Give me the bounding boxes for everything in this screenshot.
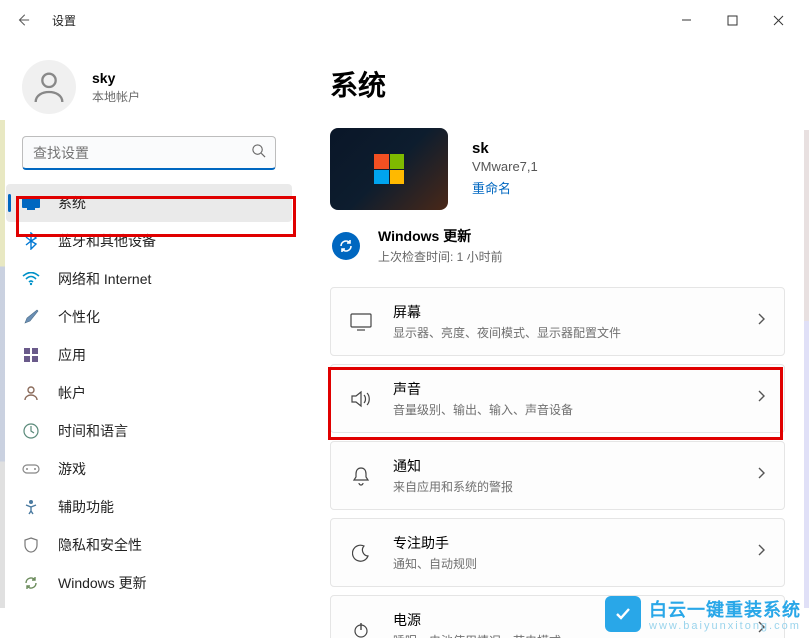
moon-icon [349,541,373,565]
update-title: Windows 更新 [378,226,503,246]
card-title: 声音 [393,379,736,399]
sidebar-item-accessibility[interactable]: 辅助功能 [6,488,292,526]
sidebar-item-label: 系统 [58,193,86,213]
sidebar-item-network[interactable]: 网络和 Internet [6,260,292,298]
search-wrap [22,136,276,170]
edge-decoration-right [804,130,809,608]
chevron-right-icon [756,312,766,331]
windows-update-summary[interactable]: Windows 更新 上次检查时间: 1 小时前 [330,226,785,265]
card-title: 通知 [393,456,736,476]
bell-icon [349,464,373,488]
watermark-text: 白云一键重装系统 [649,596,801,622]
sidebar-item-label: 游戏 [58,459,86,479]
sidebar-item-label: 辅助功能 [58,497,114,517]
system-icon [22,194,40,212]
accessibility-icon [22,498,40,516]
power-icon [349,618,373,638]
search-icon [251,143,266,163]
brush-icon [22,308,40,326]
user-block[interactable]: sky 本地帐户 [0,52,298,132]
maximize-button[interactable] [709,5,755,35]
user-name: sky [92,70,140,86]
wifi-icon [22,270,40,288]
update-icon [22,574,40,592]
watermark: 白云一键重装系统 www.baiyunxitong.com [605,596,801,632]
sidebar-item-windows-update[interactable]: Windows 更新 [6,564,292,602]
device-name: sk [472,140,538,157]
sidebar-item-bluetooth[interactable]: 蓝牙和其他设备 [6,222,292,260]
watermark-logo-icon [605,596,641,632]
windows-logo-icon [374,154,404,184]
update-badge-icon [332,232,360,260]
card-title: 屏幕 [393,302,736,322]
sidebar-item-gaming[interactable]: 游戏 [6,450,292,488]
page-title: 系统 [330,64,785,104]
sidebar-item-label: 帐户 [58,383,86,403]
chevron-right-icon [756,543,766,562]
card-sub: 显示器、亮度、夜间模式、显示器配置文件 [393,324,736,341]
window-controls [663,5,801,35]
sidebar-item-accounts[interactable]: 帐户 [6,374,292,412]
sidebar-item-time-language[interactable]: 时间和语言 [6,412,292,450]
shield-icon [22,536,40,554]
rename-link[interactable]: 重命名 [472,178,511,197]
card-title: 专注助手 [393,533,736,553]
display-icon [349,310,373,334]
sidebar-item-personalization[interactable]: 个性化 [6,298,292,336]
sidebar-item-label: 应用 [58,345,86,365]
card-sound[interactable]: 声音 音量级别、输出、输入、声音设备 [330,364,785,433]
apps-icon [22,346,40,364]
sidebar: sky 本地帐户 系统 蓝牙和其他设备 网络和 Internet [0,40,298,638]
gamepad-icon [22,460,40,478]
sidebar-item-apps[interactable]: 应用 [6,336,292,374]
back-button[interactable] [8,5,38,35]
sidebar-item-label: 时间和语言 [58,421,128,441]
sidebar-item-privacy[interactable]: 隐私和安全性 [6,526,292,564]
watermark-url: www.baiyunxitong.com [649,620,801,632]
edge-decoration-left [0,120,5,608]
device-model: VMware7,1 [472,159,538,174]
update-sub: 上次检查时间: 1 小时前 [378,248,503,265]
back-arrow-icon [16,13,30,27]
sidebar-item-label: Windows 更新 [58,573,147,593]
person-icon [29,67,69,107]
titlebar: 设置 [0,0,809,40]
close-button[interactable] [755,5,801,35]
accounts-icon [22,384,40,402]
nav: 系统 蓝牙和其他设备 网络和 Internet 个性化 应用 帐户 [0,184,298,602]
card-display[interactable]: 屏幕 显示器、亮度、夜间模式、显示器配置文件 [330,287,785,356]
card-notifications[interactable]: 通知 来自应用和系统的警报 [330,441,785,510]
sidebar-item-system[interactable]: 系统 [6,184,292,222]
device-info: sk VMware7,1 重命名 [330,128,785,210]
chevron-right-icon [756,466,766,485]
avatar [22,60,76,114]
clock-globe-icon [22,422,40,440]
bluetooth-icon [22,232,40,250]
card-sub: 来自应用和系统的警报 [393,478,736,495]
card-focus-assist[interactable]: 专注助手 通知、自动规则 [330,518,785,587]
card-sub: 通知、自动规则 [393,555,736,572]
minimize-button[interactable] [663,5,709,35]
sidebar-item-label: 网络和 Internet [58,269,151,289]
chevron-right-icon [756,389,766,408]
card-sub: 音量级别、输出、输入、声音设备 [393,401,736,418]
sound-icon [349,387,373,411]
sidebar-item-label: 隐私和安全性 [58,535,142,555]
user-account-type: 本地帐户 [92,88,140,105]
desktop-thumbnail [330,128,448,210]
main: 系统 sk VMware7,1 重命名 Windows 更新 上次检查时间: 1… [298,40,809,638]
sidebar-item-label: 个性化 [58,307,100,327]
card-sub: 睡眠、电池使用情况、节电模式 [393,632,736,638]
sidebar-item-label: 蓝牙和其他设备 [58,231,156,251]
search-input[interactable] [22,136,276,170]
window-title: 设置 [52,12,76,29]
